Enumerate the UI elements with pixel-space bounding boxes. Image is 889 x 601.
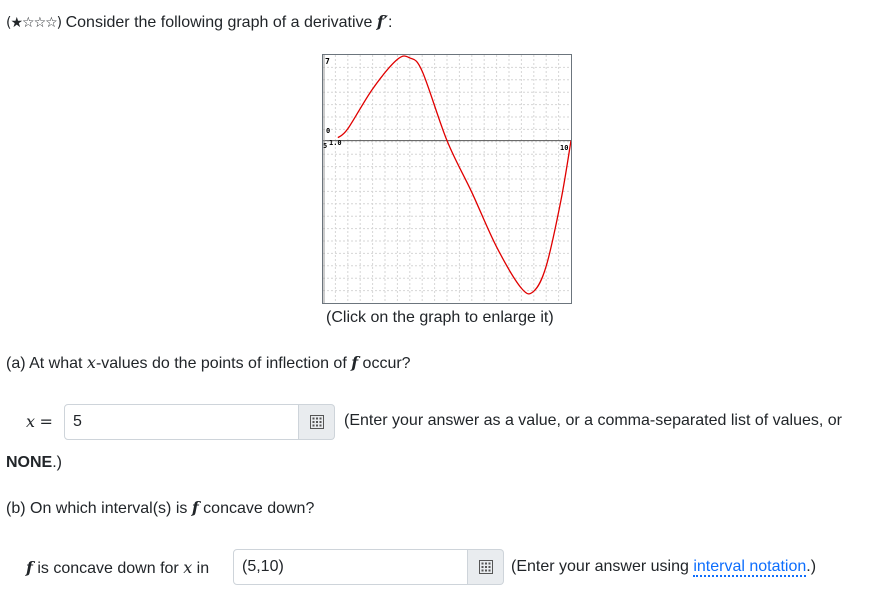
interval-notation-link[interactable]: interval notation [693, 558, 807, 577]
part-a-answer-input[interactable] [64, 404, 299, 440]
part-a-hint: (Enter your answer as a value, or a comm… [344, 412, 842, 429]
part-b-answer-input[interactable] [233, 549, 468, 585]
part-a-var: x [86, 353, 96, 372]
part-b-lhs-var: x [183, 558, 193, 577]
graph-plot: 7 0 5 1.0 10 [323, 55, 571, 303]
graph-grid [323, 55, 571, 303]
part-a-equation-editor-button[interactable] [299, 404, 335, 440]
origin-label: 5 [323, 142, 327, 150]
x-end-label: 10 [560, 144, 568, 152]
y-mid-label: 0 [326, 127, 330, 135]
part-a-hint-none: NONE [6, 454, 53, 471]
part-b-equation-editor-button[interactable] [468, 549, 504, 585]
part-b-hint: (Enter your answer using interval notati… [511, 558, 817, 577]
derivative-graph[interactable]: 7 0 5 1.0 10 [322, 54, 572, 304]
keyboard-grid-icon [478, 560, 493, 574]
x-tick-label: 1.0 [329, 139, 342, 147]
part-a-question: (a) At what x-values do the points of in… [6, 353, 411, 373]
y-top-label: 7 [325, 57, 330, 66]
keyboard-grid-icon [309, 415, 324, 429]
intro-text: Consider the following graph of a deriva… [61, 14, 377, 31]
part-a-hint-cont: NONE.) [6, 454, 62, 472]
part-b-hint-prefix: (Enter your answer using [511, 558, 694, 575]
part-b-prefix: (b) On which interval(s) is [6, 500, 192, 517]
part-a-lhs-var: x [26, 412, 36, 431]
difficulty-stars: (★☆☆☆) [6, 15, 62, 31]
intro-colon: : [387, 14, 393, 31]
part-b-suffix: concave down? [198, 500, 315, 517]
problem-intro: (★☆☆☆) Consider the following graph of a… [6, 12, 392, 32]
part-a-lhs-eq: = [39, 412, 53, 431]
part-b-lhs-fn: f [26, 558, 33, 577]
part-a-hint-end: .) [52, 454, 63, 471]
part-b-lhs-text: is concave down for [32, 560, 184, 577]
part-b-fn: f [191, 498, 199, 517]
part-b-question: (b) On which interval(s) is f concave do… [6, 498, 314, 518]
intro-function: f′ [376, 12, 388, 31]
part-b-lhs-in: in [192, 560, 210, 577]
part-a-prefix: (a) At what [6, 355, 87, 372]
part-a-lhs: x = [26, 412, 53, 432]
part-b-lhs: f is concave down for x in [26, 558, 209, 578]
part-b-hint-suffix: .) [806, 558, 817, 575]
graph-caption: (Click on the graph to enlarge it) [326, 309, 554, 326]
part-a-middle: -values do the points of inflection of [95, 355, 352, 372]
part-a-suffix: occur? [358, 355, 411, 372]
